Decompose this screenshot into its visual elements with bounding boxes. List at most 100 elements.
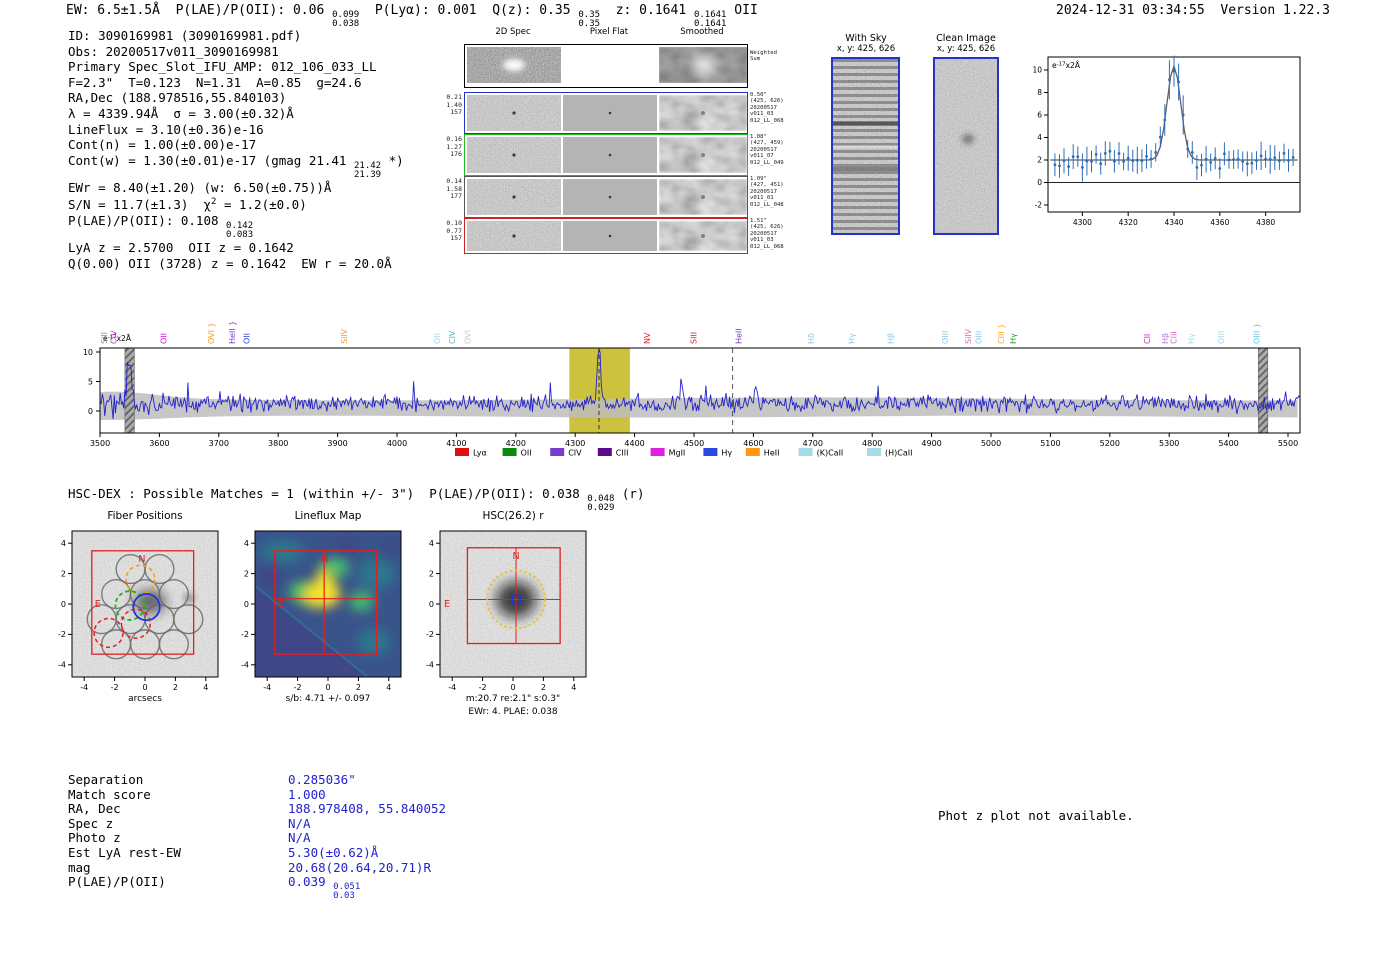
stacked-uncertainty: 0.099 0.038	[332, 10, 360, 29]
compass-north: N	[321, 554, 328, 565]
svg-text:10: 10	[83, 348, 93, 357]
match-table-value: 0.285036"	[288, 772, 356, 787]
version-label: Version 1.22.3	[1220, 3, 1330, 18]
clean-image-title: Clean Image x, y: 425, 626	[936, 33, 996, 54]
spec2d-weighted-cell-0	[467, 47, 561, 83]
line-fit-plot: -2 0 2 4 6 8 10 4300 4320 4340 4360 4380 e-17x2Å	[1030, 50, 1340, 235]
legend-item-7: (K)CaII	[798, 448, 843, 458]
svg-text:4100: 4100	[446, 439, 466, 448]
info-line-6: LineFlux = 3.10(±0.36)e-16	[68, 121, 264, 137]
svg-text:-2: -2	[241, 630, 249, 639]
svg-text:0: 0	[142, 683, 147, 692]
svg-text:0: 0	[429, 600, 434, 609]
svg-text:4400: 4400	[624, 439, 644, 448]
emission-line-label-1: CIV	[110, 330, 119, 344]
match-table-label: P(LAE)/P(OII)	[68, 874, 166, 890]
spec2d-weighted-cell-1	[563, 47, 657, 83]
full-spectrum-plot: 3500 3600 3700 3800 3900 4000 4100 4200 4300 4400…	[0, 270, 1400, 470]
match-table-value: 188.978408, 55.840052	[288, 801, 447, 817]
emission-line-label-9: OVI	[464, 330, 473, 344]
match-table-row-7: P(LAE)/P(OII) 0.039 0.051 0.03	[68, 874, 488, 901]
summary-header: EW: 6.5±1.5Å P(LAE)/P(OII): 0.06 0.099 0.…	[66, 3, 758, 29]
match-table-row-2: RA, Dec 188.978408, 55.840052	[68, 801, 488, 816]
svg-text:MgII: MgII	[669, 449, 686, 458]
detection-report-page: EW: 6.5±1.5Å P(LAE)/P(OII): 0.06 0.099 0.…	[0, 0, 1400, 953]
info-line-11: P(LAE)/P(OII): 0.108 0.142 0.083	[68, 213, 254, 241]
fiber-positions-image: NE	[72, 531, 218, 677]
match-table-value: N/A	[288, 830, 311, 846]
svg-text:4: 4	[244, 539, 249, 548]
spec2d-row-0	[464, 92, 748, 134]
svg-text:4700: 4700	[803, 439, 823, 448]
match-table-label: RA, Dec	[68, 801, 121, 817]
masked-region-1	[1258, 347, 1269, 434]
svg-text:-2: -2	[58, 630, 66, 639]
match-table-row-5: Est LyA rest-EW 5.30(±0.62)Å	[68, 845, 488, 860]
hsc-image: NE	[440, 531, 586, 677]
svg-text:3600: 3600	[149, 439, 169, 448]
svg-text:5500: 5500	[1278, 439, 1298, 448]
spec2d-row-left-label-1: 0.16 1.27 176	[446, 135, 462, 159]
spec2d-row-left-label-0: 0.21 1.40 157	[446, 93, 462, 117]
spec2d-cell-2-0	[467, 179, 561, 215]
match-table-row-3: Spec z N/A	[68, 816, 488, 831]
svg-text:5: 5	[88, 377, 93, 386]
info-line-5: λ = 4339.94Å σ = 3.00(±0.32)Å	[68, 105, 294, 121]
svg-text:CIV: CIV	[568, 449, 582, 458]
svg-text:4340: 4340	[1164, 218, 1183, 227]
match-table-label: Spec z	[68, 815, 114, 831]
spec2d-cell-0-1	[563, 95, 657, 131]
cutout-panels: N E -4 -4 -2 -2 0 0 2 2 4 4 Fiber Positions arcsecs N E…	[30, 503, 610, 723]
emission-line-label-18: OIII	[975, 331, 984, 344]
svg-text:-2: -2	[111, 683, 119, 692]
spec2d-cell-1-2	[659, 137, 747, 173]
emission-line-label-2: OII	[160, 333, 169, 344]
info-line-4: RA,Dec (188.978516,55.840103)	[68, 90, 287, 106]
info-line-7: Cont(n) = 1.00(±0.00)e-17	[68, 137, 257, 153]
info-line-12: LyA z = 2.5700 OII z = 0.1642	[68, 240, 294, 256]
match-table-row-1: Match score 1.000	[68, 787, 488, 802]
stacked-uncertainty: 0.142 0.083	[226, 221, 254, 241]
svg-text:0: 0	[88, 407, 93, 416]
spectrum-axes-box	[99, 347, 1301, 434]
legend-item-0: Lyα	[455, 448, 487, 458]
svg-text:-4: -4	[80, 683, 88, 692]
svg-text:4: 4	[429, 539, 434, 548]
fiber-xlabel: arcsecs	[128, 694, 162, 704]
svg-text:4: 4	[61, 539, 66, 548]
svg-text:3700: 3700	[209, 439, 229, 448]
emission-line-label-14: Hγ	[847, 333, 856, 344]
svg-text:5200: 5200	[1100, 439, 1120, 448]
spec2d-weighted-row	[464, 44, 748, 88]
info-line-1: Obs: 20200517v011_3090169981	[68, 43, 279, 59]
compass-north: N	[138, 554, 145, 565]
svg-text:2: 2	[1037, 156, 1042, 165]
spec2d-cell-2-1	[563, 179, 657, 215]
svg-text:0: 0	[61, 600, 66, 609]
fiber-positions-title: Fiber Positions	[107, 510, 182, 522]
svg-text:4: 4	[571, 683, 576, 692]
timestamp-version: 2024-12-31 03:34:55 Version 1.22.3	[1056, 3, 1330, 18]
emission-line-label-16: OIII	[941, 331, 950, 344]
emission-line-label-6: SiIV	[340, 328, 349, 344]
svg-text:-4: -4	[426, 661, 434, 670]
svg-text:-2: -2	[426, 630, 434, 639]
match-table-value: 5.30(±0.62)Å	[288, 845, 379, 860]
emission-line-label-15: Hβ	[887, 333, 896, 344]
emission-line-label-3: OVI }	[207, 322, 216, 344]
svg-text:CIII: CIII	[616, 449, 629, 458]
svg-text:2: 2	[173, 683, 178, 692]
spec2d-weighted-cell-2	[659, 47, 747, 83]
svg-text:(H)CaII: (H)CaII	[885, 449, 912, 458]
lineflux-sub: s/b: 4.71 +/- 0.097	[286, 694, 371, 704]
with-sky-title: With Sky x, y: 425, 626	[836, 33, 896, 54]
spec2d-row-2	[464, 176, 748, 218]
match-table-value: 20.68(20.64,20.71)R	[288, 859, 431, 875]
svg-text:-4: -4	[263, 683, 271, 692]
spec2d-row-annotation-0: 0.50" (425, 626) 20200517 v011_03 012_LL_068	[750, 92, 784, 124]
spec2d-row-left-label-3: 0.10 0.77 157	[446, 219, 462, 243]
emission-line-label-13: Hδ	[807, 333, 816, 344]
svg-text:8: 8	[1037, 88, 1042, 97]
spec2d-cell-3-2	[659, 221, 747, 251]
match-table-value: 0.039 0.051 0.03	[288, 874, 361, 902]
